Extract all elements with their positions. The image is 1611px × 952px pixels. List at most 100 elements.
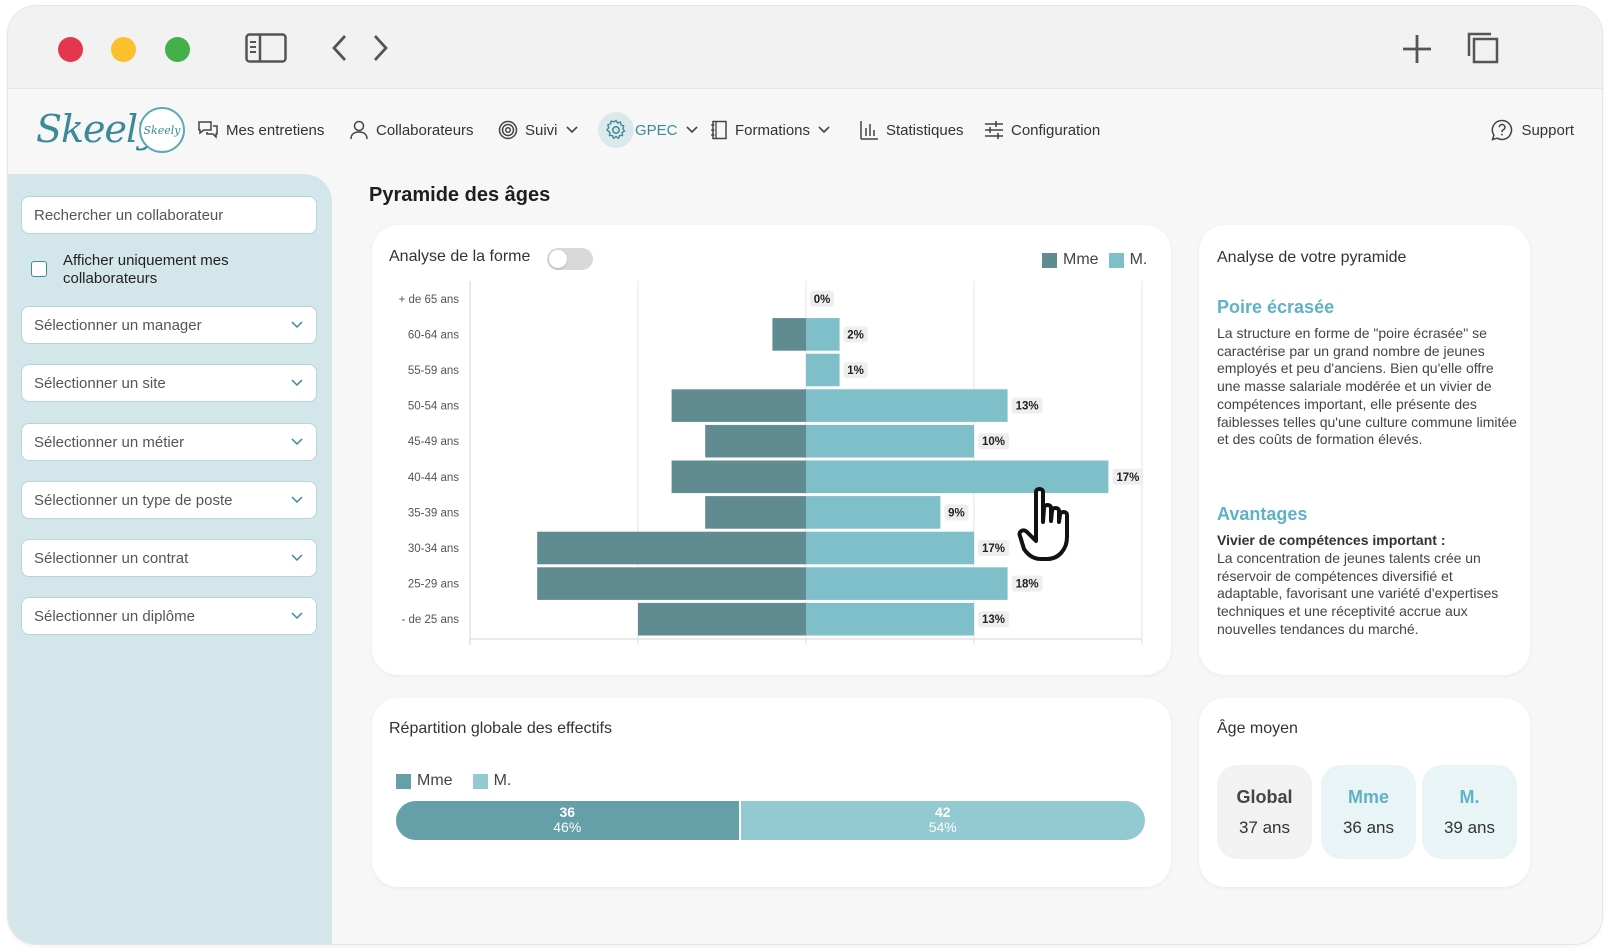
age-category-label: 30-34 ans bbox=[408, 543, 459, 555]
chevron-down-icon bbox=[685, 126, 698, 134]
gear-icon bbox=[598, 112, 634, 148]
maximize-window-button[interactable] bbox=[165, 37, 190, 62]
legend-swatch-m bbox=[472, 773, 488, 789]
chevron-down-icon bbox=[291, 321, 303, 329]
age-category-label: 35-39 ans bbox=[408, 507, 459, 519]
sliders-icon bbox=[985, 121, 1003, 139]
close-window-button[interactable] bbox=[58, 37, 83, 62]
m-percent: 54% bbox=[928, 819, 957, 835]
nav-mes-entretiens[interactable]: Mes entretiens bbox=[197, 117, 324, 143]
app-navbar: Skeely Skeely Mes entretiens Collaborate… bbox=[8, 89, 1602, 179]
only-my-collaborators-checkbox[interactable] bbox=[31, 261, 47, 277]
bar-chart-icon bbox=[860, 121, 878, 140]
logo-badge: Skeely bbox=[139, 107, 185, 153]
bar-m bbox=[806, 424, 974, 458]
nav-formations[interactable]: Formations bbox=[710, 117, 831, 143]
select-value: Sélectionner un type de poste bbox=[34, 491, 233, 509]
age-box-label: Mme bbox=[1347, 787, 1389, 807]
chevron-down-icon bbox=[818, 126, 830, 134]
repartition-card: Répartition globale des effectifs Mme M.… bbox=[372, 698, 1171, 887]
data-label: 17% bbox=[982, 543, 1005, 555]
filters-sidebar: Rechercher un collaborateur Afficher uni… bbox=[8, 174, 332, 944]
bar-mme bbox=[638, 602, 806, 636]
chevron-down-icon bbox=[565, 126, 578, 134]
advantage-description: La concentration de jeunes talents crée … bbox=[1217, 550, 1499, 637]
age-category-label: 50-54 ans bbox=[408, 401, 459, 413]
chat-icon bbox=[198, 121, 218, 139]
chevron-down-icon bbox=[291, 554, 303, 562]
nav-configuration[interactable]: Configuration bbox=[984, 117, 1100, 143]
search-input[interactable]: Rechercher un collaborateur bbox=[21, 196, 317, 234]
age-category-label: 55-59 ans bbox=[408, 365, 459, 377]
minimize-window-button[interactable] bbox=[111, 37, 136, 62]
bar-mme bbox=[705, 496, 806, 529]
nav-suivi[interactable]: Suivi bbox=[498, 117, 579, 143]
average-age-card: Âge moyen Global 37 ans Mme 36 ans M. 39… bbox=[1199, 698, 1530, 887]
age-box-label: M. bbox=[1459, 787, 1480, 807]
bar-m bbox=[806, 567, 1008, 600]
data-label: 18% bbox=[1016, 579, 1039, 591]
back-arrow-icon[interactable] bbox=[330, 34, 350, 67]
bar-mme bbox=[772, 318, 806, 351]
nav-label: Mes entretiens bbox=[226, 121, 325, 139]
analysis-card: Analyse de votre pyramide Poire écrasée … bbox=[1199, 225, 1530, 675]
age-category-label: + de 65 ans bbox=[399, 294, 460, 306]
nav-collaborateurs[interactable]: Collaborateurs bbox=[349, 117, 474, 143]
age-category-label: - de 25 ans bbox=[401, 614, 459, 626]
forward-arrow-icon[interactable] bbox=[370, 34, 390, 67]
bar-mme bbox=[671, 389, 806, 422]
age-box-value: 39 ans bbox=[1443, 818, 1496, 837]
repartition-title: Répartition globale des effectifs bbox=[389, 720, 612, 737]
data-label: 2% bbox=[847, 329, 864, 341]
age-box-label: Global bbox=[1236, 787, 1293, 807]
age-pyramid-chart: + de 65 ans 0% 60-64 ans 2% 55-59 ans 1% 50-54… bbox=[399, 281, 1144, 645]
chevron-down-icon bbox=[291, 438, 303, 446]
shape-title: Poire écrasée bbox=[1217, 297, 1335, 317]
bar-m bbox=[806, 602, 974, 636]
shape-description: La structure en forme de "poire écrasée"… bbox=[1217, 325, 1517, 448]
data-label: 10% bbox=[982, 436, 1005, 448]
data-label: 1% bbox=[847, 365, 864, 377]
age-category-label: 60-64 ans bbox=[408, 329, 459, 341]
legend-label-mme: Mme bbox=[417, 772, 453, 789]
select-value: Sélectionner un manager bbox=[34, 316, 202, 334]
age-category-label: 25-29 ans bbox=[408, 579, 459, 591]
repartition-segment-mme: 36 46% bbox=[396, 801, 741, 840]
contrat-select[interactable]: Sélectionner un contrat bbox=[21, 539, 317, 577]
chevron-down-icon bbox=[291, 612, 303, 620]
data-label: 0% bbox=[814, 294, 831, 306]
average-age-title: Âge moyen bbox=[1217, 720, 1298, 737]
age-box-value: 37 ans bbox=[1238, 818, 1291, 837]
title-bar bbox=[8, 6, 1602, 89]
bar-mme bbox=[671, 460, 806, 494]
checkbox-label: Afficher uniquement mes collaborateurs bbox=[63, 252, 229, 287]
only-my-collaborators-option[interactable]: Afficher uniquement mes collaborateurs bbox=[31, 252, 283, 288]
advantages-title: Avantages bbox=[1217, 504, 1308, 524]
tabs-overview-icon[interactable] bbox=[1467, 32, 1499, 69]
mme-count: 36 bbox=[559, 804, 576, 820]
data-label: 13% bbox=[982, 614, 1005, 626]
select-value: Sélectionner un diplôme bbox=[34, 607, 195, 625]
poste-type-select[interactable]: Sélectionner un type de poste bbox=[21, 481, 317, 519]
new-tab-icon[interactable] bbox=[1402, 34, 1432, 69]
select-value: Sélectionner un contrat bbox=[34, 549, 189, 567]
manager-select[interactable]: Sélectionner un manager bbox=[21, 306, 317, 344]
nav-statistiques[interactable]: Statistiques bbox=[859, 117, 964, 143]
bar-m bbox=[806, 389, 1008, 422]
target-icon bbox=[498, 120, 518, 140]
nav-gpec[interactable]: GPEC bbox=[598, 112, 699, 148]
user-icon bbox=[350, 120, 368, 140]
diplome-select[interactable]: Sélectionner un diplôme bbox=[21, 597, 317, 635]
analysis-title: Analyse de votre pyramide bbox=[1217, 249, 1407, 266]
bar-m bbox=[806, 531, 974, 565]
bar-mme bbox=[537, 531, 806, 565]
metier-select[interactable]: Sélectionner un métier bbox=[21, 423, 317, 461]
sidebar-toggle-icon[interactable] bbox=[245, 33, 287, 68]
bar-mme bbox=[537, 567, 806, 600]
support-link[interactable]: Support bbox=[1491, 119, 1574, 141]
site-select[interactable]: Sélectionner un site bbox=[21, 364, 317, 402]
nav-label: GPEC bbox=[635, 121, 678, 139]
legend-swatch-mme bbox=[396, 773, 411, 789]
select-value: Sélectionner un métier bbox=[34, 433, 185, 451]
chevron-down-icon bbox=[291, 379, 303, 387]
